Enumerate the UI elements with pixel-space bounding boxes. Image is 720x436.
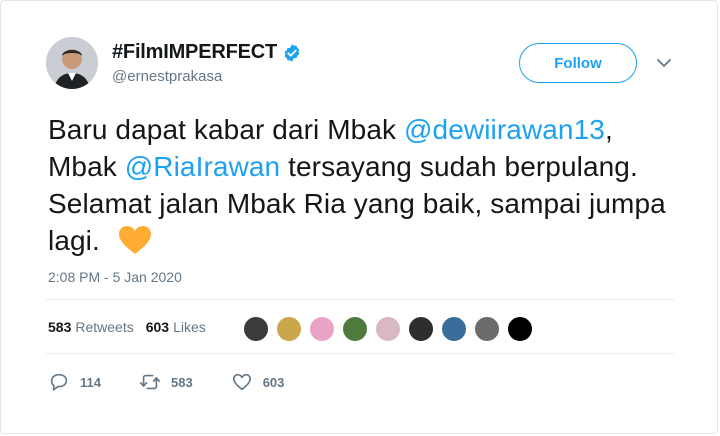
- liker-avatar[interactable]: [408, 316, 434, 342]
- tweet-card: #FilmIMPERFECT @ernestprakasa Follow Bar…: [0, 0, 718, 434]
- mention-link[interactable]: @RiaIrawan: [125, 151, 280, 182]
- liker-avatar[interactable]: [441, 316, 467, 342]
- liker-avatar[interactable]: [342, 316, 368, 342]
- like-count: 603: [262, 374, 285, 390]
- likes-label: Likes: [173, 319, 206, 335]
- retweets-count: 583: [48, 319, 72, 335]
- tweet-actions: 114 583 603: [48, 371, 322, 393]
- chevron-down-icon[interactable]: [656, 57, 672, 69]
- reply-button[interactable]: 114: [48, 371, 101, 393]
- author-name-row: #FilmIMPERFECT: [112, 41, 302, 64]
- tweet-text: Baru dapat kabar dari Mbak @dewiirawan13…: [48, 111, 688, 259]
- likes-count: 603: [145, 319, 170, 335]
- tweet-timestamp[interactable]: 2:08 PM - 5 Jan 2020: [48, 269, 182, 285]
- orange-heart-emoji-icon: [118, 226, 151, 254]
- heart-icon: [232, 373, 251, 391]
- retweet-button[interactable]: 583: [139, 371, 193, 393]
- avatar-portrait-icon: [46, 37, 98, 89]
- retweet-count: 583: [170, 374, 193, 390]
- avatar[interactable]: [46, 37, 98, 89]
- reply-count: 114: [80, 374, 101, 390]
- liker-avatar[interactable]: [243, 316, 269, 342]
- follow-button[interactable]: Follow: [519, 43, 637, 83]
- liker-avatar[interactable]: [375, 316, 401, 342]
- retweet-icon: [139, 374, 160, 390]
- liker-avatars: [243, 316, 540, 342]
- engagement-stats: 583 Retweets 603 Likes: [48, 319, 218, 335]
- liker-avatar[interactable]: [276, 316, 302, 342]
- retweets-label: Retweets: [75, 319, 134, 335]
- tweet-text-segment: Baru dapat kabar dari Mbak: [48, 114, 405, 145]
- like-button[interactable]: 603: [231, 371, 285, 393]
- author-display-name[interactable]: #FilmIMPERFECT: [112, 41, 277, 64]
- liker-avatar[interactable]: [474, 316, 500, 342]
- liker-avatar[interactable]: [309, 316, 335, 342]
- retweets-stat[interactable]: 583 Retweets: [48, 319, 134, 335]
- author-handle[interactable]: @ernestprakasa: [112, 68, 222, 85]
- mention-link[interactable]: @dewiirawan13: [404, 114, 605, 145]
- likes-stat[interactable]: 603 Likes: [146, 319, 206, 335]
- liker-avatar[interactable]: [507, 316, 533, 342]
- divider: [46, 299, 674, 300]
- divider: [46, 353, 674, 354]
- reply-icon: [50, 373, 68, 391]
- verified-badge-icon: [284, 43, 300, 62]
